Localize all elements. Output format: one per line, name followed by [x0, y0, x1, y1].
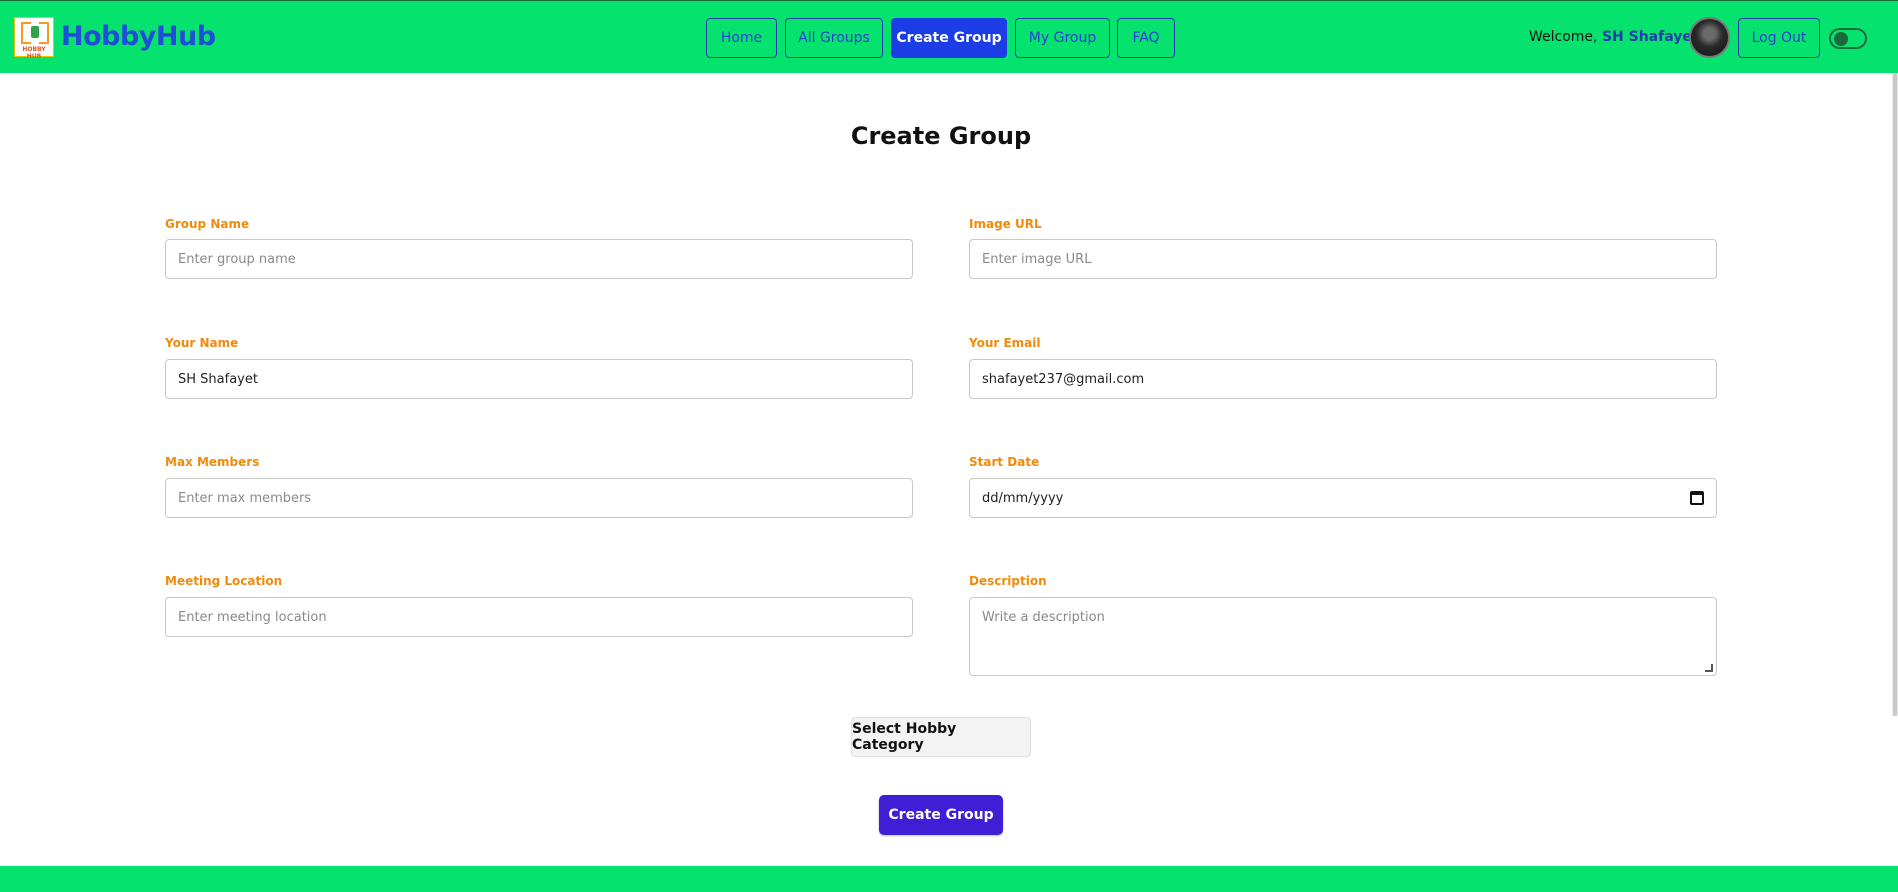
start-date-input[interactable]: dd/mm/yyyy: [969, 478, 1717, 518]
image-url-placeholder: Enter image URL: [982, 251, 1092, 267]
nav-my-group[interactable]: My Group: [1015, 18, 1110, 58]
your-email-value: shafayet237@gmail.com: [982, 371, 1145, 387]
group-name-placeholder: Enter group name: [178, 251, 296, 267]
your-name-input[interactable]: SH Shafayet: [165, 359, 913, 399]
scrollbar-thumb[interactable]: [1893, 73, 1897, 716]
navbar: HOBBY HUB HobbyHub Home All Groups Creat…: [0, 0, 1898, 73]
meeting-location-placeholder: Enter meeting location: [178, 609, 327, 625]
max-members-label: Max Members: [165, 455, 260, 469]
nav-all-groups[interactable]: All Groups: [785, 18, 883, 58]
theme-toggle[interactable]: [1829, 28, 1867, 49]
user-name: SH Shafayet: [1601, 29, 1699, 45]
image-url-label: Image URL: [969, 217, 1042, 231]
nav-create-group[interactable]: Create Group: [891, 18, 1007, 58]
max-members-input[interactable]: Enter max members: [165, 478, 913, 518]
logout-button[interactable]: Log Out: [1738, 18, 1820, 58]
image-url-input[interactable]: Enter image URL: [969, 239, 1717, 279]
resize-handle-icon[interactable]: [1705, 664, 1713, 672]
avatar[interactable]: [1689, 17, 1730, 58]
create-group-submit-button[interactable]: Create Group: [879, 795, 1003, 835]
meeting-location-label: Meeting Location: [165, 574, 283, 588]
logo-text: HOBBY HUB: [22, 46, 46, 60]
hobbyhub-logo[interactable]: HOBBY HUB: [14, 17, 54, 60]
description-placeholder: Write a description: [982, 610, 1105, 625]
toggle-switch-icon: [1834, 32, 1848, 46]
footer: [0, 866, 1898, 892]
description-label: Description: [969, 574, 1047, 588]
start-date-value: dd/mm/yyyy: [982, 490, 1064, 506]
page-title: Create Group: [850, 122, 1032, 150]
your-email-label: Your Email: [969, 336, 1041, 350]
welcome-text: Welcome, SH Shafayet: [1529, 29, 1699, 45]
max-members-placeholder: Enter max members: [178, 490, 312, 506]
start-date-label: Start Date: [969, 455, 1040, 469]
nav-home[interactable]: Home: [706, 18, 777, 58]
your-name-label: Your Name: [165, 336, 239, 350]
scrollbar[interactable]: [1892, 73, 1898, 716]
your-name-value: SH Shafayet: [178, 371, 258, 387]
calendar-icon[interactable]: [1690, 491, 1704, 505]
group-name-input[interactable]: Enter group name: [165, 239, 913, 279]
brand-name[interactable]: HobbyHub: [61, 21, 216, 52]
your-email-input[interactable]: shafayet237@gmail.com: [969, 359, 1717, 399]
meeting-location-input[interactable]: Enter meeting location: [165, 597, 913, 637]
description-textarea[interactable]: Write a description: [969, 597, 1717, 676]
select-hobby-category-button[interactable]: Select Hobby Category: [851, 717, 1031, 757]
nav-faq[interactable]: FAQ: [1117, 18, 1175, 58]
group-name-label: Group Name: [165, 217, 250, 231]
